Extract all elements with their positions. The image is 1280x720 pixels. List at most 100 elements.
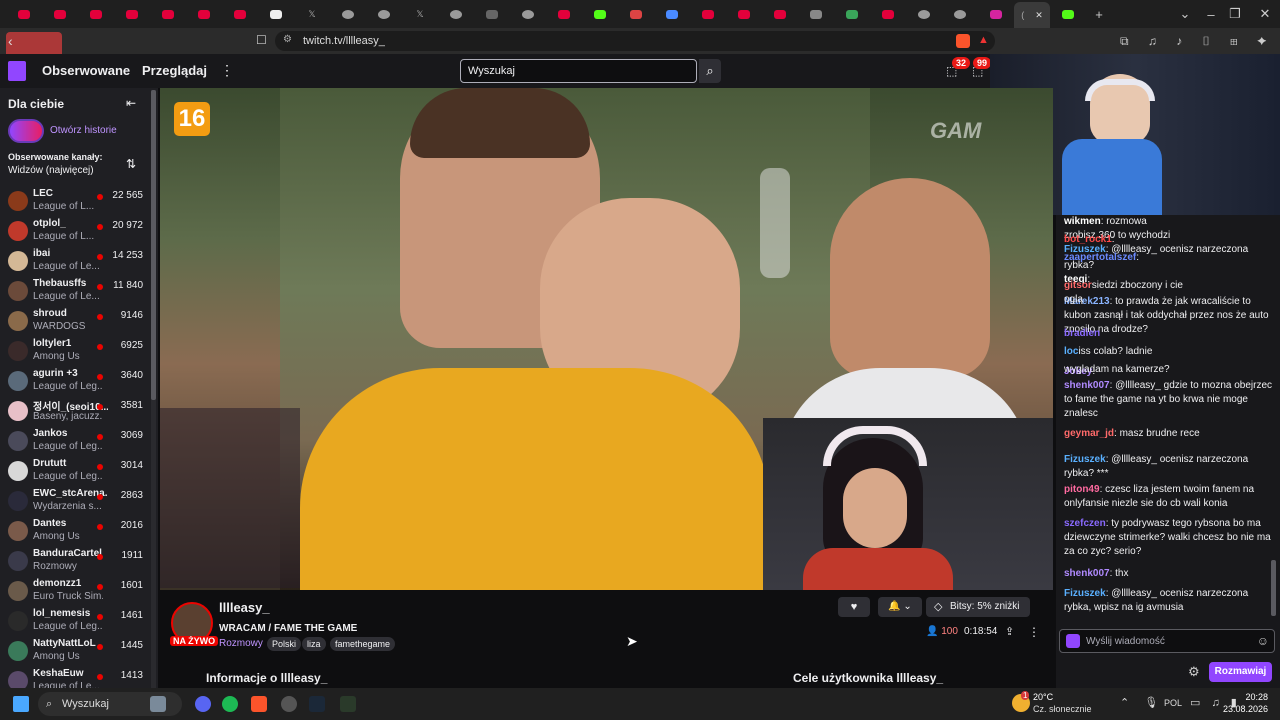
browser-tab[interactable] <box>942 3 978 25</box>
spotify-icon[interactable] <box>222 696 238 712</box>
obs-icon[interactable] <box>281 696 297 712</box>
bits-icon[interactable] <box>1066 634 1080 648</box>
browser-tab[interactable] <box>726 3 762 25</box>
browser-tab[interactable] <box>438 3 474 25</box>
chat-scrollbar[interactable] <box>1271 560 1276 616</box>
sidebar-channel[interactable]: Jankos League of Leg... 3069 <box>0 426 150 456</box>
search-icon[interactable]: ⌕ <box>699 59 721 83</box>
sidebar-channel[interactable]: 정서이_(seoi10... Baseny, jacuzz... 3581 <box>0 396 150 426</box>
chat-username[interactable]: geymar_jd <box>1064 428 1114 439</box>
chat-username[interactable]: bradien <box>1064 328 1100 339</box>
emote-icon[interactable]: ☺ <box>1257 634 1269 648</box>
share-icon[interactable]: ⇪ <box>1005 625 1014 638</box>
chat-message[interactable]: Fizuszek: @lllleasy_ ocenisz narzeczona … <box>1064 453 1274 481</box>
chat-message[interactable]: piton49: czesc liza jestem twoim fanem n… <box>1064 483 1274 511</box>
chat-username[interactable]: shenk007 <box>1064 380 1110 391</box>
sidebar-channel[interactable]: KeshaEuw League of Le... 1413 <box>0 666 150 688</box>
notification-bell-button[interactable]: 🔔 ⌄ <box>878 597 922 617</box>
sidebar-scrollbar[interactable] <box>151 90 156 688</box>
open-stories-link[interactable]: Otwórz historie <box>50 125 117 136</box>
chat-message[interactable]: rybka? <box>1064 259 1274 273</box>
chat-username[interactable]: szefczen <box>1064 518 1106 529</box>
browser-tab[interactable] <box>258 3 294 25</box>
maximize-icon[interactable]: ❐ <box>1222 6 1248 22</box>
search-input[interactable]: Wyszukaj <box>460 59 697 83</box>
chat-message[interactable]: geymar_jd: masz brudne rece <box>1064 427 1274 441</box>
browser-tab[interactable] <box>330 3 366 25</box>
close-icon[interactable]: ✕ <box>1035 10 1043 21</box>
chat-username[interactable]: loc <box>1064 346 1078 357</box>
tag-liza[interactable]: liza <box>302 637 326 651</box>
browser-tab[interactable] <box>906 3 942 25</box>
browser-tab[interactable] <box>762 3 798 25</box>
extensions-icons[interactable]: ⧉ ♫ ♪ ▯ ⊞ ✦ ⛨ ☰ <box>1120 34 1280 49</box>
sidebar-channel[interactable]: loltyler1 Among Us 6925 <box>0 336 150 366</box>
new-tab-button[interactable]: + <box>1086 7 1112 22</box>
chat-username[interactable]: gitsor <box>1064 280 1092 291</box>
chat-username[interactable]: shenk007 <box>1064 568 1110 579</box>
scrollbar-thumb[interactable] <box>151 90 156 400</box>
browser-tab[interactable] <box>798 3 834 25</box>
browser-tab[interactable]: 𝕏 <box>402 3 438 25</box>
chat-message[interactable]: shenk007: thx <box>1064 567 1274 581</box>
browser-tab[interactable] <box>978 3 1014 25</box>
steam-icon[interactable] <box>309 696 325 712</box>
app-icon[interactable] <box>340 696 356 712</box>
bookmark-icon[interactable]: ☐ <box>256 33 267 47</box>
language-indicator[interactable]: POL <box>1164 698 1182 708</box>
tray-icons[interactable]: ⌃ 🎙 <box>1120 696 1164 709</box>
browser-tab[interactable] <box>1050 3 1086 25</box>
browser-tab[interactable] <box>6 3 42 25</box>
browser-tab[interactable] <box>510 3 546 25</box>
chat-message[interactable]: Fizuszek: @lllleasy_ ocenisz narzeczona … <box>1064 587 1274 615</box>
close-window-icon[interactable]: ✕ <box>1252 6 1278 22</box>
tag-polski[interactable]: Polski <box>267 637 302 651</box>
browser-tab[interactable] <box>366 3 402 25</box>
chat-settings-icon[interactable]: ⚙ <box>1188 664 1200 680</box>
chat-username[interactable]: wikmen <box>1064 216 1101 227</box>
browser-tab[interactable] <box>78 3 114 25</box>
chat-send-button[interactable]: Rozmawiaj <box>1209 662 1272 682</box>
browser-tab[interactable] <box>150 3 186 25</box>
sort-icon[interactable]: ⇅ <box>126 157 136 171</box>
chat-message[interactable]: wygladam na kamerze? <box>1064 363 1274 377</box>
browser-tab[interactable] <box>42 3 78 25</box>
browser-tab[interactable] <box>186 3 222 25</box>
chat-message[interactable]: bradien <box>1064 327 1274 341</box>
more-options-icon[interactable]: ⋮ <box>1028 625 1040 639</box>
chat-message[interactable]: gitsorsiedzi zboczony i cie <box>1064 279 1274 293</box>
browser-tab[interactable] <box>690 3 726 25</box>
sidebar-channel[interactable]: LEC League of L... 22 565 <box>0 186 150 216</box>
sidebar-channel[interactable]: otplol_ League of L... 20 972 <box>0 216 150 246</box>
browser-tab[interactable] <box>114 3 150 25</box>
chat-message[interactable]: wikmen: rozmowa <box>1064 215 1274 229</box>
windows-start-icon[interactable] <box>13 696 29 712</box>
browser-tab[interactable] <box>546 3 582 25</box>
browser-tab[interactable] <box>582 3 618 25</box>
chat-message[interactable]: szefczen: ty podrywasz tego rybsona bo m… <box>1064 517 1274 559</box>
sidebar-channel[interactable]: NattyNattLoL Among Us 1445 <box>0 636 150 666</box>
chat-message[interactable]: oglą <box>1064 293 1274 307</box>
brave-icon[interactable] <box>251 696 267 712</box>
bits-button[interactable]: ◇ Bitsy: 5% zniżki <box>926 597 1030 617</box>
brave-shield-icon[interactable] <box>956 34 970 48</box>
twitch-logo-icon[interactable] <box>8 61 26 81</box>
clock-time[interactable]: 20:28 <box>1228 692 1268 702</box>
url-bar[interactable]: ⚙ twitch.tv/lllleasy_ <box>275 31 995 51</box>
tag-famethegame[interactable]: famethegame <box>330 637 396 651</box>
discord-icon[interactable] <box>195 696 211 712</box>
sidebar-channel[interactable]: Dantes Among Us 2016 <box>0 516 150 546</box>
nav-browse[interactable]: Przeglądaj <box>142 63 207 78</box>
browser-tab[interactable] <box>870 3 906 25</box>
chat-input[interactable]: Wyślij wiadomość ☺ <box>1059 629 1275 653</box>
chat-username[interactable]: Fizuszek <box>1064 454 1106 465</box>
browser-tab[interactable]: 𝕏 <box>294 3 330 25</box>
more-menu-icon[interactable]: ⋮ <box>220 62 234 79</box>
back-icon[interactable]: ‹ <box>8 33 13 49</box>
browser-tab[interactable] <box>618 3 654 25</box>
sidebar-channel[interactable]: shroud WARDOGS 9146 <box>0 306 150 336</box>
sidebar-channel[interactable]: agurin +3 League of Leg... 3640 <box>0 366 150 396</box>
chat-username[interactable]: piton49 <box>1064 484 1100 495</box>
streamer-name[interactable]: lllleasy_ <box>219 600 270 615</box>
nav-following[interactable]: Obserwowane <box>42 63 130 78</box>
